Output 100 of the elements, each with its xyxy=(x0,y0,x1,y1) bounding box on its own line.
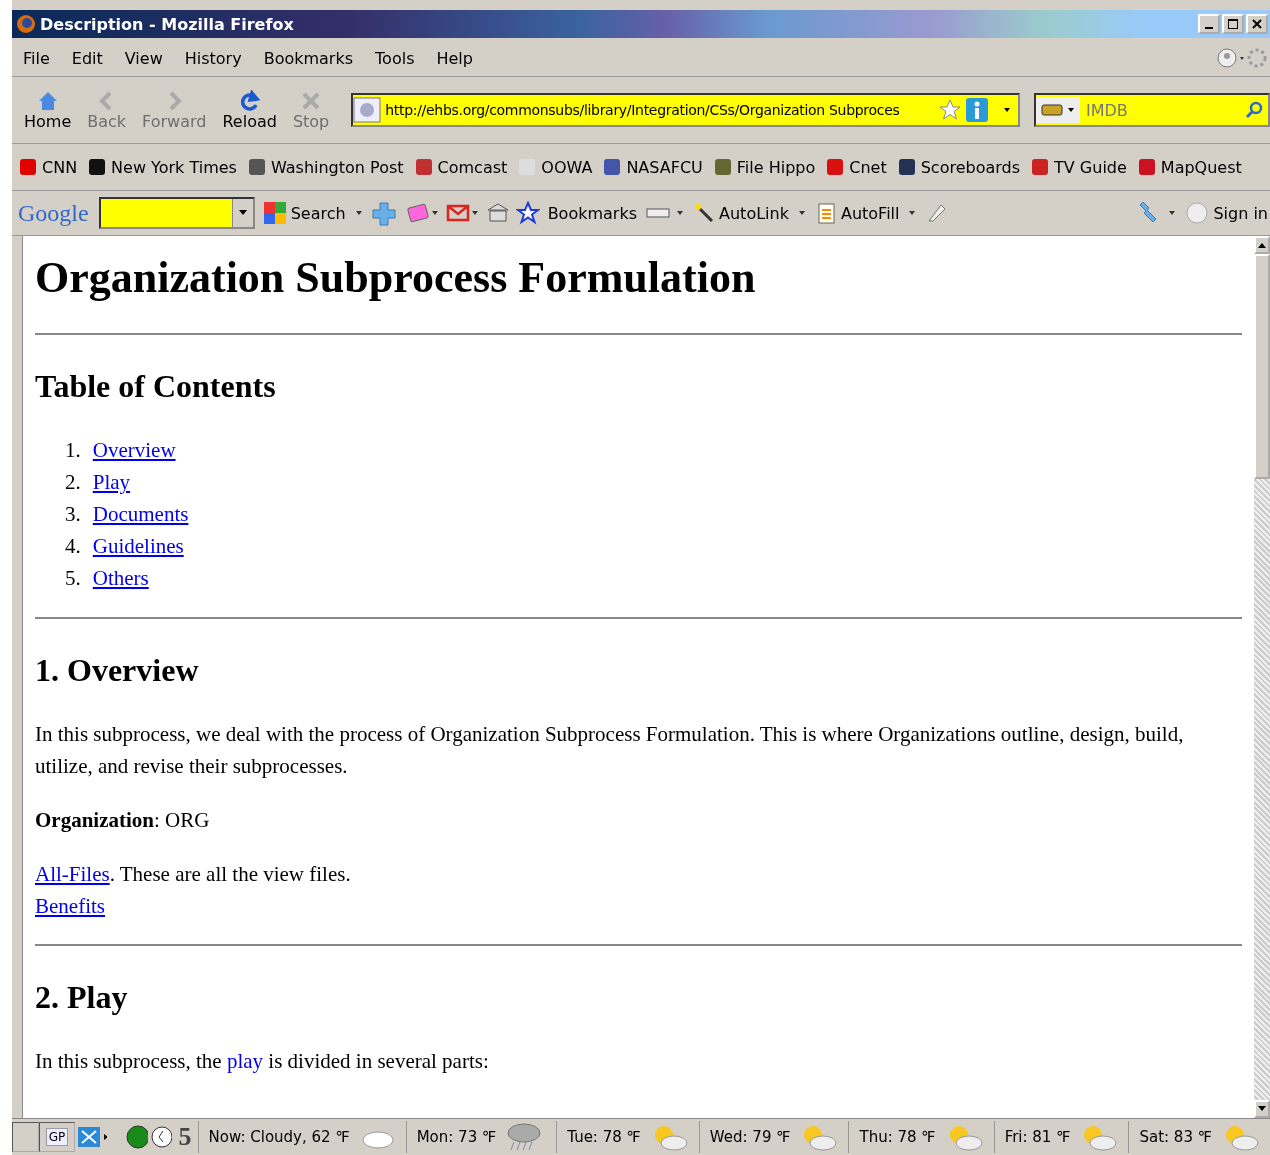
bookmark-item[interactable]: Washington Post xyxy=(246,157,404,177)
bookmark-item[interactable]: MapQuest xyxy=(1136,157,1242,177)
bookmark-icon xyxy=(18,157,38,177)
info-icon[interactable] xyxy=(966,98,988,122)
list-number: 4. xyxy=(65,534,81,560)
bookmark-icon xyxy=(87,157,108,177)
paragraph: Organization: ORG xyxy=(35,806,211,834)
list-number: 5. xyxy=(65,566,81,592)
site-icon xyxy=(353,97,382,123)
bookmark-icon xyxy=(246,157,267,177)
close-button[interactable] xyxy=(1246,14,1268,34)
minimize-button[interactable] xyxy=(1198,14,1220,34)
caret-icon[interactable] xyxy=(1167,209,1178,217)
window-title: Description - Mozilla Firefox xyxy=(40,14,294,34)
maximize-icon xyxy=(1228,19,1238,29)
fox-globe-icon xyxy=(16,14,36,34)
menu-item[interactable]: View xyxy=(113,48,174,68)
weather-item[interactable]: Wed: 79 ℉ xyxy=(698,1121,849,1153)
weather-item[interactable]: Thu: 78 ℉ xyxy=(848,1121,994,1153)
bookmark-item[interactable]: Comcast xyxy=(413,157,508,177)
toc-link[interactable]: Guidelines xyxy=(92,534,184,560)
bookmark-item[interactable]: CNN xyxy=(18,157,78,177)
minimize-icon xyxy=(1205,26,1213,29)
list-number: 2. xyxy=(65,470,81,496)
toolbar-button[interactable]: Home xyxy=(16,89,80,131)
bookmark-icon xyxy=(896,157,917,177)
autolink-button[interactable]: AutoLink xyxy=(691,202,791,224)
throbber-icon xyxy=(1246,47,1268,69)
search-field[interactable]: IMDB xyxy=(1034,93,1270,127)
caret-icon[interactable] xyxy=(796,209,807,217)
toolbar-button[interactable]: Reload xyxy=(214,89,285,131)
bookmark-icon xyxy=(1136,157,1157,177)
menu-item[interactable]: File xyxy=(12,48,61,68)
scrollbar[interactable] xyxy=(1254,236,1270,1118)
close-icon xyxy=(1252,19,1262,29)
toc-link[interactable]: Play xyxy=(92,470,131,496)
bookmark-icon xyxy=(1030,157,1051,177)
bookmark-icon xyxy=(712,157,733,177)
weather-item[interactable]: Tue: 78 ℉ xyxy=(556,1121,699,1153)
bookmark-icon xyxy=(602,157,623,177)
bookmark-item[interactable]: OOWA xyxy=(517,157,593,177)
clock-icon[interactable] xyxy=(149,1125,172,1149)
menu-item[interactable]: Bookmarks xyxy=(252,48,365,68)
toc-link[interactable]: Documents xyxy=(92,502,189,528)
squares-icon xyxy=(262,201,287,225)
bookmark-item[interactable]: New York Times xyxy=(87,157,237,177)
paragraph: In this subprocess, we deal with the process of Organization Subprocess Formulation. This is where Organizations outline, design, build, utilize, and revise their subprocesses. xyxy=(35,720,1185,780)
toc-link[interactable]: Others xyxy=(92,566,149,592)
down-arrow-icon[interactable] xyxy=(1257,1105,1267,1113)
weather-item[interactable]: Now: Cloudy, 62 ℉ xyxy=(197,1121,406,1153)
paragraph: In this subprocess, the play is divided in several parts: xyxy=(35,1047,490,1075)
wand-icon xyxy=(693,202,715,224)
bookmarks-button[interactable]: Bookmarks xyxy=(545,203,639,223)
star-icon[interactable] xyxy=(938,98,962,122)
weather-item[interactable]: Fri: 81 ℉ xyxy=(993,1121,1129,1153)
files-link[interactable]: All-Files xyxy=(35,861,110,886)
weather-item[interactable]: Sat: 83 ℉ xyxy=(1128,1121,1270,1153)
play-link[interactable]: play xyxy=(226,1048,264,1073)
search-icon[interactable] xyxy=(1244,100,1264,120)
google-search-field[interactable] xyxy=(98,197,255,229)
bookmark-item[interactable]: TV Guide xyxy=(1030,157,1127,177)
cards-icon[interactable] xyxy=(405,201,440,225)
caret-icon[interactable] xyxy=(353,209,364,217)
search-engine-icon[interactable] xyxy=(1036,97,1080,123)
bookmark-item[interactable]: File Hippo xyxy=(712,157,816,177)
address-bar[interactable]: http://ehbs.org/commonsubs/library/Integration/CSs/Organization Subproces xyxy=(351,93,1020,127)
status-circle-icon[interactable] xyxy=(1216,47,1246,69)
circle-icon xyxy=(1185,201,1210,225)
benefits-link[interactable]: Benefits xyxy=(35,893,105,918)
toc-link[interactable]: Overview xyxy=(92,438,176,464)
up-arrow-icon[interactable] xyxy=(1257,241,1267,249)
dropdown-arrow-icon[interactable] xyxy=(237,209,248,217)
bookmark-item[interactable]: Scoreboards xyxy=(896,157,1021,177)
section-heading: Table of Contents xyxy=(35,369,277,405)
butterfly-icon[interactable] xyxy=(76,1125,108,1149)
autofill-button[interactable]: AutoFill xyxy=(812,201,902,225)
section-heading: 1. Overview xyxy=(35,652,200,688)
list-number: 1. xyxy=(65,438,81,464)
weather-item[interactable]: Mon: 73 ℉ xyxy=(405,1121,557,1153)
bookmark-icon xyxy=(413,157,434,177)
menu-item[interactable]: Tools xyxy=(364,48,426,68)
status-label: GP xyxy=(45,1128,69,1146)
building-icon[interactable] xyxy=(485,201,510,225)
search-input[interactable]: IMDB xyxy=(1080,99,1244,121)
bookmark-item[interactable]: NASAFCU xyxy=(602,157,703,177)
list-number: 3. xyxy=(65,502,81,528)
status-count: 5 xyxy=(177,1122,193,1152)
text: . These are all the view files. xyxy=(109,861,351,886)
bookmark-icon xyxy=(825,157,846,177)
menu-item[interactable]: Edit xyxy=(60,48,114,68)
bookmark-item[interactable]: Cnet xyxy=(825,157,887,177)
caret-icon[interactable] xyxy=(907,209,918,217)
maximize-button[interactable] xyxy=(1222,14,1244,34)
star-icon[interactable] xyxy=(515,201,540,225)
search-button[interactable]: Search xyxy=(260,201,348,225)
menu-item[interactable]: History xyxy=(173,48,253,68)
menu-item[interactable]: Help xyxy=(425,48,484,68)
dropdown-arrow-icon[interactable] xyxy=(1002,106,1012,114)
toolbar-logo: Google xyxy=(18,199,89,227)
sign-in-button[interactable]: Sign in xyxy=(1183,201,1270,225)
